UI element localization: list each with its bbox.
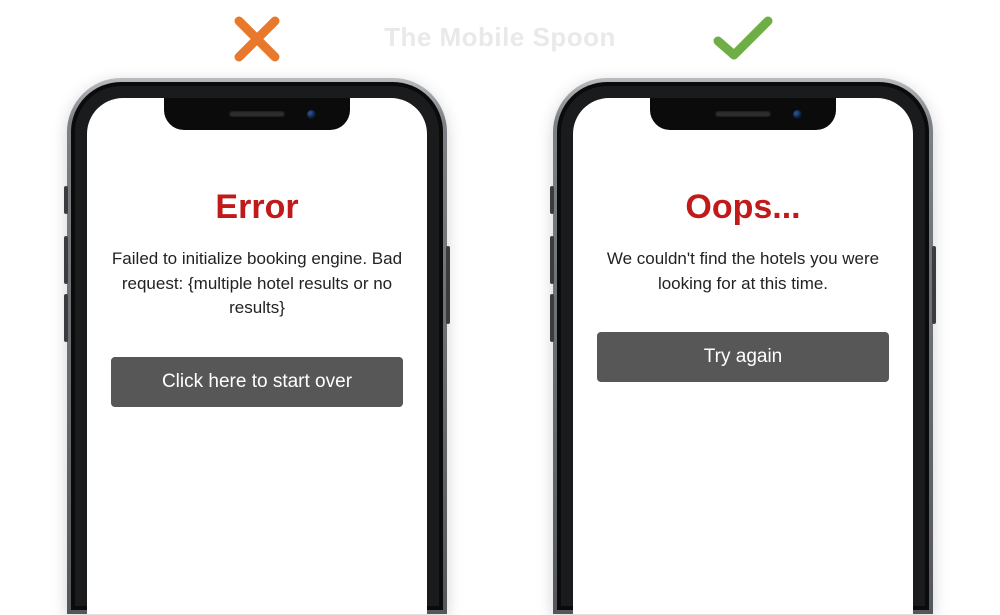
phone-notch: [164, 98, 350, 130]
power-button: [446, 246, 450, 324]
phone-mockup-good: Oops... We couldn't find the hotels you …: [553, 78, 933, 614]
bad-example-column: Error Failed to initialize booking engin…: [62, 0, 452, 615]
error-screen-content: Oops... We couldn't find the hotels you …: [573, 188, 913, 382]
mute-switch: [550, 186, 554, 214]
volume-down-button: [64, 294, 68, 342]
check-icon: [712, 0, 774, 78]
front-camera: [307, 110, 316, 119]
phone-screen: Oops... We couldn't find the hotels you …: [573, 98, 913, 614]
mute-switch: [64, 186, 68, 214]
try-again-button[interactable]: Try again: [597, 332, 889, 382]
good-example-column: Oops... We couldn't find the hotels you …: [548, 0, 938, 615]
error-screen-content: Error Failed to initialize booking engin…: [87, 188, 427, 407]
error-title: Oops...: [597, 188, 889, 227]
phone-mockup-bad: Error Failed to initialize booking engin…: [67, 78, 447, 614]
volume-down-button: [550, 294, 554, 342]
speaker-grille: [715, 111, 771, 117]
volume-up-button: [550, 236, 554, 284]
speaker-grille: [229, 111, 285, 117]
start-over-button[interactable]: Click here to start over: [111, 357, 403, 407]
volume-up-button: [64, 236, 68, 284]
cross-icon: [229, 0, 285, 78]
phone-screen: Error Failed to initialize booking engin…: [87, 98, 427, 614]
comparison-stage: Error Failed to initialize booking engin…: [0, 0, 1000, 615]
error-message: We couldn't find the hotels you were loo…: [597, 247, 889, 296]
power-button: [932, 246, 936, 324]
error-message: Failed to initialize booking engine. Bad…: [111, 247, 403, 321]
front-camera: [793, 110, 802, 119]
phone-notch: [650, 98, 836, 130]
error-title: Error: [111, 188, 403, 227]
